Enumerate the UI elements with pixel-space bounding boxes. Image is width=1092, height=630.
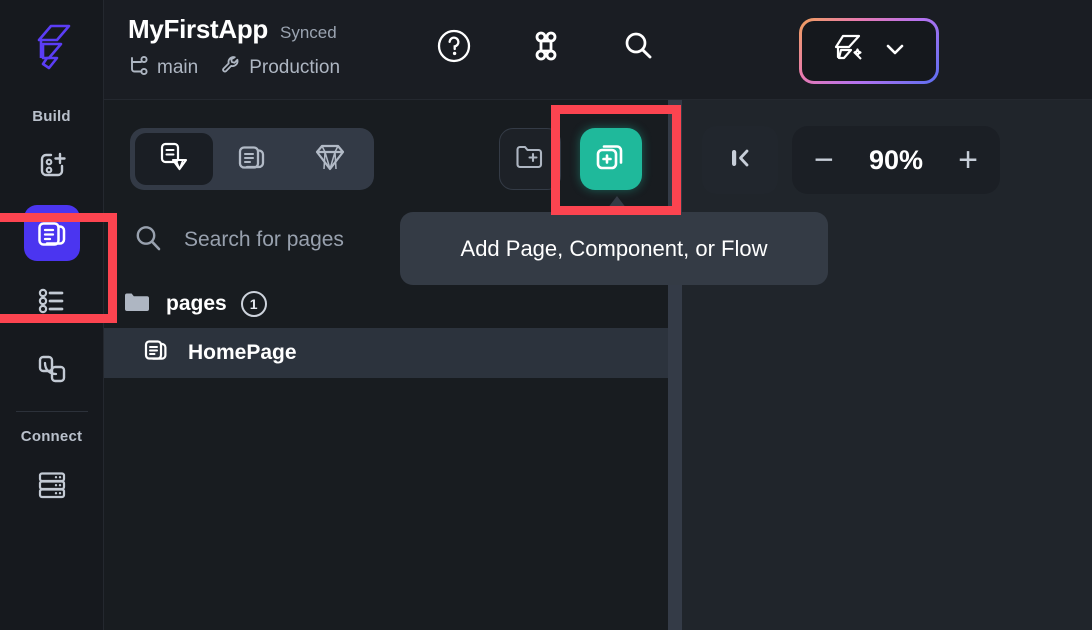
command-icon bbox=[528, 28, 564, 69]
pages-panel: Search for pages pages 1 HomePage bbox=[104, 100, 668, 630]
page-gem-icon bbox=[157, 140, 191, 179]
help-icon bbox=[435, 27, 473, 70]
zoom-level-value: 90% bbox=[868, 144, 924, 175]
chevron-down-icon bbox=[882, 36, 908, 67]
panel-resize-handle[interactable] bbox=[668, 100, 682, 630]
folder-name: pages bbox=[166, 292, 227, 315]
tree-folder-pages[interactable]: pages 1 bbox=[104, 280, 668, 328]
search-icon bbox=[620, 28, 656, 69]
top-bar: MyFirstApp Synced main Production bbox=[104, 0, 1092, 100]
zoom-out-button[interactable]: − bbox=[814, 143, 834, 177]
help-button[interactable] bbox=[434, 28, 474, 68]
add-button-tooltip: Add Page, Component, or Flow bbox=[400, 212, 828, 285]
folder-open-icon bbox=[122, 287, 152, 322]
branch-environment-row: main Production bbox=[128, 54, 340, 81]
folder-plus-icon bbox=[514, 141, 546, 178]
branch-name[interactable]: main bbox=[157, 57, 198, 79]
page-icon bbox=[142, 336, 172, 371]
project-title-block: MyFirstApp Synced main Production bbox=[128, 14, 340, 81]
pages-stack-icon bbox=[235, 140, 269, 179]
sidebar-item-pages[interactable] bbox=[23, 205, 80, 261]
page-title: MyFirstApp bbox=[128, 14, 269, 44]
ai-assistant-button[interactable] bbox=[799, 18, 939, 84]
collapse-panel-button[interactable] bbox=[702, 126, 778, 194]
search-input-placeholder[interactable]: Search for pages bbox=[184, 228, 344, 252]
gem-icon bbox=[313, 140, 347, 179]
flutterflow-logo-icon bbox=[29, 22, 75, 79]
tooltip-text: Add Page, Component, or Flow bbox=[460, 235, 768, 261]
page-name: HomePage bbox=[188, 341, 297, 364]
search-button[interactable] bbox=[618, 28, 658, 68]
sync-status: Synced bbox=[280, 23, 337, 42]
tree-page-homepage[interactable]: HomePage bbox=[104, 328, 668, 378]
add-page-icon bbox=[593, 139, 629, 180]
flutterflow-ai-magic-icon bbox=[830, 30, 868, 73]
new-folder-button[interactable] bbox=[499, 128, 561, 190]
pages-icon bbox=[34, 215, 70, 251]
environment-name[interactable]: Production bbox=[249, 57, 340, 79]
sidebar-item-navigation[interactable] bbox=[24, 341, 80, 397]
sidebar-section-label-connect: Connect bbox=[20, 428, 83, 445]
panel-view-segmented-control bbox=[130, 128, 374, 190]
panel-toolbar bbox=[104, 100, 668, 200]
flutterflow-app-window: Build Connect MyFirstApp Synced main Pro… bbox=[0, 0, 1092, 630]
app-logo[interactable] bbox=[0, 0, 103, 100]
tooltip-arrow bbox=[604, 196, 630, 213]
navigation-flow-icon bbox=[35, 352, 69, 386]
wrench-icon bbox=[220, 54, 242, 81]
zoom-in-button[interactable]: + bbox=[958, 143, 978, 177]
pages-tree: pages 1 HomePage bbox=[104, 280, 668, 378]
sidebar-item-components[interactable] bbox=[24, 273, 80, 329]
zoom-controls: − 90% + bbox=[792, 126, 1000, 194]
branch-icon bbox=[128, 54, 150, 81]
add-page-component-flow-button[interactable] bbox=[580, 128, 642, 190]
collapse-left-icon bbox=[723, 141, 757, 180]
left-navigation-rail: Build Connect bbox=[0, 0, 104, 630]
top-bar-icons bbox=[434, 28, 658, 68]
sidebar-divider bbox=[15, 411, 88, 412]
add-widget-icon bbox=[35, 148, 69, 182]
tab-pages-and-components[interactable] bbox=[135, 133, 213, 185]
folder-count-badge: 1 bbox=[240, 291, 267, 317]
database-icon bbox=[35, 468, 69, 502]
search-icon bbox=[132, 222, 164, 259]
sidebar-item-database[interactable] bbox=[24, 457, 80, 513]
sidebar-item-widget-palette[interactable] bbox=[24, 137, 80, 193]
tab-gems[interactable] bbox=[291, 133, 369, 185]
tab-components[interactable] bbox=[213, 133, 291, 185]
command-palette-button[interactable] bbox=[526, 28, 566, 68]
sidebar-section-label-build: Build bbox=[32, 108, 71, 125]
components-list-icon bbox=[35, 284, 69, 318]
